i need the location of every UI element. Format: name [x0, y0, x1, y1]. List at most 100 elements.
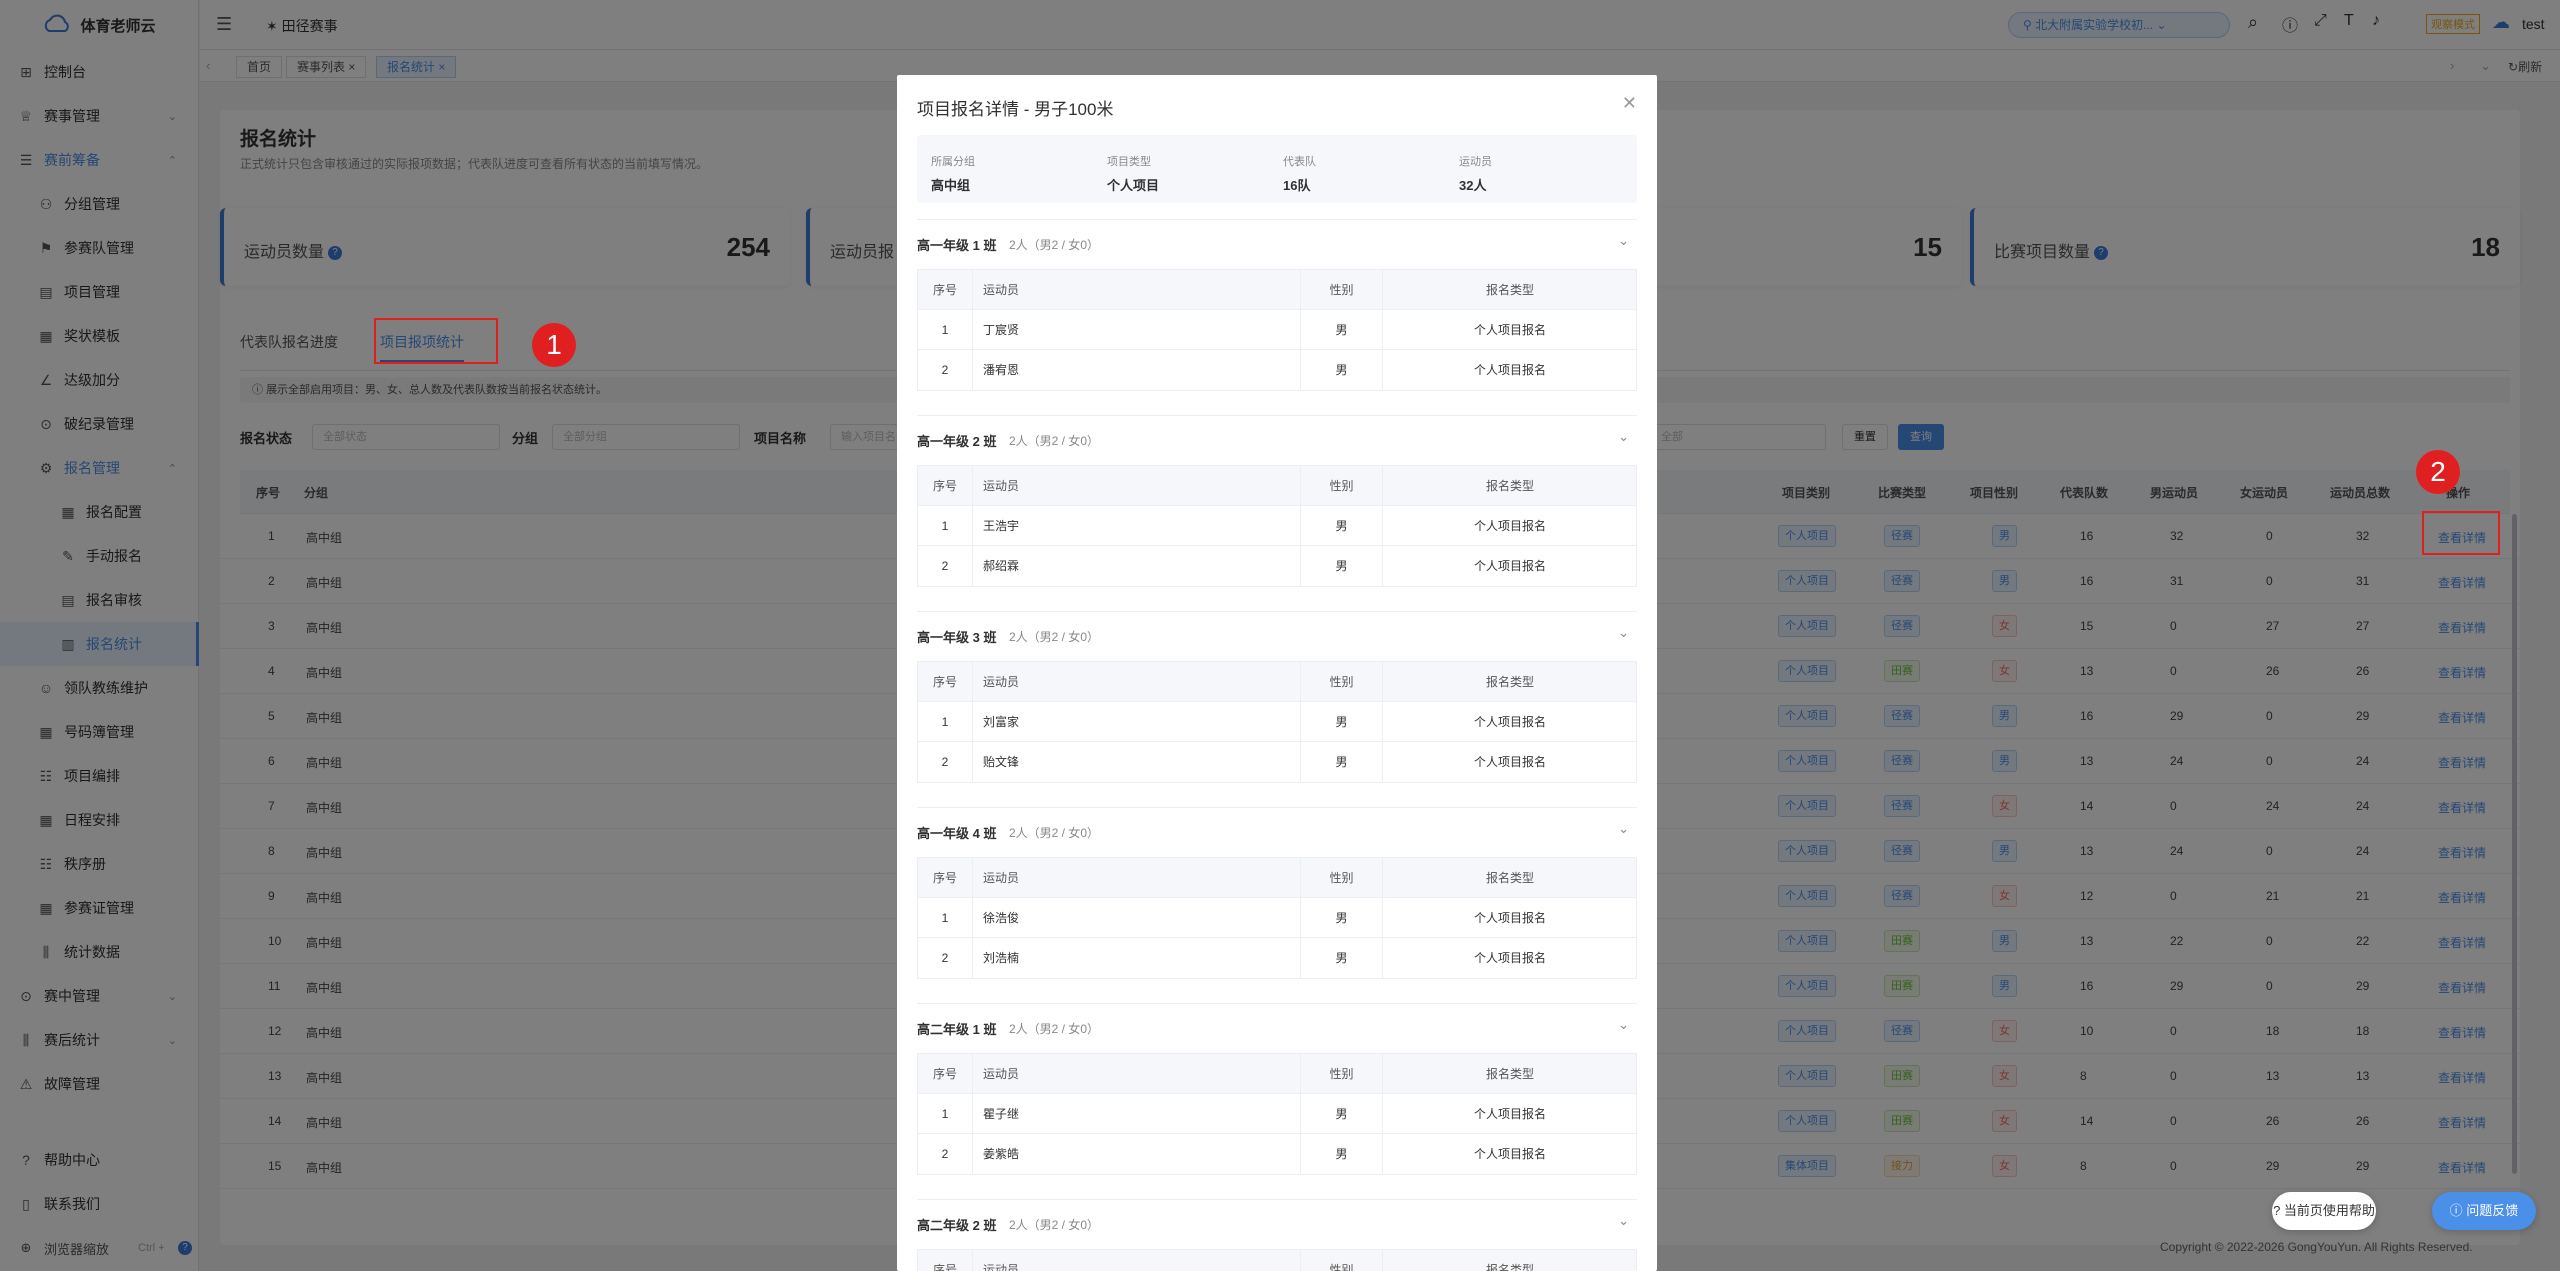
- header-cell: 运动员: [973, 1250, 1301, 1271]
- chevron-down-icon[interactable]: ⌄: [1618, 1213, 1629, 1229]
- cell-type: 个人项目报名: [1473, 363, 1546, 377]
- cell-athlete: 贻文锋: [973, 742, 1301, 782]
- header-cell: 性别: [1301, 466, 1383, 506]
- chevron-down-icon[interactable]: ⌄: [1618, 1017, 1629, 1033]
- cell-athlete: 刘富家: [973, 702, 1301, 742]
- cell-athlete: 王浩宇: [973, 506, 1301, 546]
- cell-type: 个人项目报名: [1473, 519, 1546, 533]
- header-cell: 报名类型: [1485, 871, 1534, 885]
- cell-type: 个人项目报名: [1473, 755, 1546, 769]
- cell-sex: 男: [1301, 350, 1383, 390]
- cell-athlete: 郝绍霖: [973, 546, 1301, 586]
- section-table: 序号 运动员 性别 报名类型 1 徐浩俊男个人项目报名 2 刘浩楠男个人项目报名: [917, 857, 1637, 979]
- section-table: 序号 运动员 性别 报名类型 1 王浩宇男个人项目报名 2 郝绍霖男个人项目报名: [917, 465, 1637, 587]
- table-header: 序号 运动员 性别 报名类型: [918, 858, 1636, 898]
- detail-modal: 项目报名详情 - 男子100米 ✕ 所属分组 高中组 项目类型 个人项目 代表队…: [897, 75, 1657, 1271]
- section-table: 序号 运动员 性别 报名类型 1 刘富家男个人项目报名 2 贻文锋男个人项目报名: [917, 661, 1637, 783]
- header-cell: 性别: [1301, 662, 1383, 702]
- cell-athlete: 瞿子继: [973, 1094, 1301, 1134]
- table-header: 序号 运动员 性别 报名类型: [918, 1054, 1636, 1094]
- chevron-down-icon[interactable]: ⌄: [1618, 429, 1629, 445]
- header-cell: 报名类型: [1485, 283, 1534, 297]
- cell-no: 2: [918, 546, 973, 586]
- cell-type: 个人项目报名: [1473, 715, 1546, 729]
- table-header: 序号 运动员 性别 报名类型: [918, 662, 1636, 702]
- modal-title: 项目报名详情 - 男子100米: [917, 100, 1114, 119]
- cell-sex: 男: [1301, 1094, 1383, 1134]
- section-header[interactable]: 高二年级 2 班 2人（男2 / 女0） ⌄: [917, 1199, 1637, 1243]
- section-count: 2人（男2 / 女0）: [1009, 434, 1100, 448]
- header-cell: 报名类型: [1485, 1263, 1534, 1271]
- cell-sex: 男: [1301, 898, 1383, 938]
- section-table: 序号 运动员 性别报名类型: [917, 1249, 1637, 1271]
- table-row: 1 徐浩俊男 个人项目报名: [918, 898, 1636, 938]
- section-title: 高二年级 2 班: [917, 1218, 997, 1233]
- section-title: 高一年级 1 班: [917, 238, 997, 253]
- cell-type: 个人项目报名: [1473, 1107, 1546, 1121]
- cell-no: 2: [918, 938, 973, 978]
- table-row: 2 姜紫皓男 个人项目报名: [918, 1134, 1636, 1174]
- table-header: 序号 运动员 性别 报名类型: [918, 270, 1636, 310]
- annotation-badge-2: 2: [2416, 450, 2460, 494]
- section-count: 2人（男2 / 女0）: [1009, 826, 1100, 840]
- table-row: 2 郝绍霖男 个人项目报名: [918, 546, 1636, 586]
- header-cell: 运动员: [973, 466, 1301, 506]
- cell-athlete: 刘浩楠: [973, 938, 1301, 978]
- cell-no: 2: [918, 1134, 973, 1174]
- close-icon[interactable]: ✕: [1622, 93, 1637, 114]
- chevron-down-icon[interactable]: ⌄: [1618, 821, 1629, 837]
- table-row: 2 贻文锋男 个人项目报名: [918, 742, 1636, 782]
- header-cell: 性别: [1301, 1250, 1383, 1271]
- header-cell: 序号: [918, 662, 973, 702]
- section-count: 2人（男2 / 女0）: [1009, 1022, 1100, 1036]
- section-count: 2人（男2 / 女0）: [1009, 1218, 1100, 1232]
- cell-sex: 男: [1301, 506, 1383, 546]
- cell-no: 2: [918, 350, 973, 390]
- cell-no: 1: [918, 702, 973, 742]
- section-table: 序号 运动员 性别 报名类型 1 丁宸贤男个人项目报名 2 潘宥恩男个人项目报名: [917, 269, 1637, 391]
- table-row: 1 刘富家男 个人项目报名: [918, 702, 1636, 742]
- cell-sex: 男: [1301, 938, 1383, 978]
- section-header[interactable]: 高一年级 2 班 2人（男2 / 女0） ⌄: [917, 415, 1637, 459]
- section-title: 高一年级 2 班: [917, 434, 997, 449]
- table-row: 1 瞿子继男 个人项目报名: [918, 1094, 1636, 1134]
- cell-type: 个人项目报名: [1473, 951, 1546, 965]
- header-cell: 运动员: [973, 858, 1301, 898]
- chevron-down-icon[interactable]: ⌄: [1618, 625, 1629, 641]
- cell-type: 个人项目报名: [1473, 323, 1546, 337]
- header-cell: 运动员: [973, 1054, 1301, 1094]
- section-header[interactable]: 高二年级 1 班 2人（男2 / 女0） ⌄: [917, 1003, 1637, 1047]
- feedback-button[interactable]: ⓘ 问题反馈: [2432, 1192, 2536, 1230]
- table-row: 2 潘宥恩男 个人项目报名: [918, 350, 1636, 390]
- cell-type: 个人项目报名: [1473, 1147, 1546, 1161]
- header-cell: 序号: [918, 1054, 973, 1094]
- header-cell: 报名类型: [1485, 479, 1534, 493]
- table-row: 1 王浩宇男 个人项目报名: [918, 506, 1636, 546]
- cell-sex: 男: [1301, 742, 1383, 782]
- section-header[interactable]: 高一年级 3 班 2人（男2 / 女0） ⌄: [917, 611, 1637, 655]
- cell-type: 个人项目报名: [1473, 911, 1546, 925]
- header-cell: 报名类型: [1485, 675, 1534, 689]
- section-header[interactable]: 高一年级 4 班 2人（男2 / 女0） ⌄: [917, 807, 1637, 851]
- class-section: 高二年级 1 班 2人（男2 / 女0） ⌄ 序号 运动员 性别 报名类型 1 瞿子继男个人项目…: [917, 1003, 1637, 1199]
- cell-no: 1: [918, 1094, 973, 1134]
- header-cell: 运动员: [973, 270, 1301, 310]
- cell-sex: 男: [1301, 702, 1383, 742]
- cell-athlete: 徐浩俊: [973, 898, 1301, 938]
- cell-athlete: 丁宸贤: [973, 310, 1301, 350]
- section-header[interactable]: 高一年级 1 班 2人（男2 / 女0） ⌄: [917, 219, 1637, 263]
- section-table: 序号 运动员 性别 报名类型 1 瞿子继男个人项目报名 2 姜紫皓男个人项目报名: [917, 1053, 1637, 1175]
- section-title: 高一年级 4 班: [917, 826, 997, 841]
- section-count: 2人（男2 / 女0）: [1009, 238, 1100, 252]
- header-cell: 性别: [1301, 858, 1383, 898]
- page-help-button[interactable]: ? 当前页使用帮助: [2272, 1192, 2376, 1230]
- header-cell: 报名类型: [1485, 1067, 1534, 1081]
- cell-no: 2: [918, 742, 973, 782]
- header-cell: 序号: [918, 1250, 973, 1271]
- cell-sex: 男: [1301, 310, 1383, 350]
- modal-summary: 所属分组 高中组 项目类型 个人项目 代表队 16队 运动员 32人: [917, 135, 1637, 203]
- table-row: 2 刘浩楠男 个人项目报名: [918, 938, 1636, 978]
- chevron-down-icon[interactable]: ⌄: [1618, 233, 1629, 249]
- cell-no: 1: [918, 506, 973, 546]
- class-section: 高二年级 2 班 2人（男2 / 女0） ⌄ 序号 运动员 性别报名类型: [917, 1199, 1637, 1271]
